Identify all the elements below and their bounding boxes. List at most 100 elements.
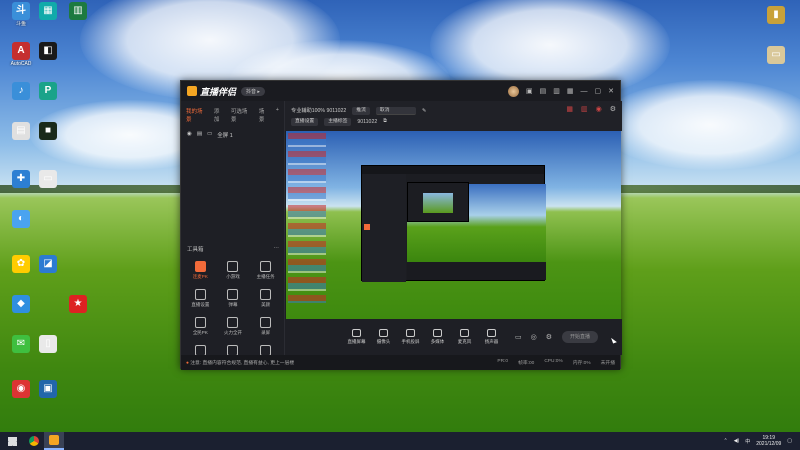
tool-label: 主播任务 xyxy=(256,274,275,279)
stat-item: 帧率:00 xyxy=(518,361,535,366)
source-label: 直播屏幕 xyxy=(347,339,366,344)
tool-label: 全民PK xyxy=(192,330,208,335)
source-control[interactable]: 摄像头 xyxy=(370,329,397,345)
app-icon: ♪ xyxy=(12,82,30,100)
tool-label: 直播设置 xyxy=(191,302,210,307)
desktop-icon[interactable]: ◧ xyxy=(32,42,64,61)
record-icon[interactable]: ◎ xyxy=(531,333,537,341)
live-companion-window: 直播伴侣 抖音 ▸ ▣ ▤ ▥ ▦ — ▢ ✕ 我的场景 添加 可选场景 场景 … xyxy=(180,80,622,370)
desktop-icon[interactable]: ◆ xyxy=(5,295,37,314)
preview-nested-window xyxy=(361,165,546,282)
app-icon: ▣ xyxy=(39,380,57,398)
eye-icon[interactable]: ◉ xyxy=(187,131,192,139)
live-preview[interactable] xyxy=(286,131,621,319)
app-icon: ▯ xyxy=(39,335,57,353)
app-icon: ◆ xyxy=(12,295,30,313)
app-icon: ▤ xyxy=(12,122,30,140)
desktop-icon[interactable]: ▭ xyxy=(760,46,792,64)
camera-small-icon[interactable]: ▭ xyxy=(515,333,522,341)
app-icon: ✿ xyxy=(12,255,30,273)
desktop-icon[interactable]: ▮ xyxy=(760,6,792,24)
maximize-icon[interactable]: ▢ xyxy=(595,87,602,95)
stat-item: 内存:0% xyxy=(572,361,591,366)
start-live-button[interactable]: 开始直播 xyxy=(562,331,599,343)
live-settings-button[interactable]: 直播设置 xyxy=(291,117,319,126)
desktop-icon[interactable]: P xyxy=(32,82,64,101)
tab-optional-scenes[interactable]: 可选场景 xyxy=(231,107,253,123)
shop-icon[interactable]: ▦ xyxy=(566,105,573,113)
app-icon: ◧ xyxy=(39,42,57,60)
clock[interactable]: 19:19 2021/12/09 xyxy=(756,435,781,447)
desktop-icon[interactable]: ▭ xyxy=(32,170,64,189)
tool-icon xyxy=(260,289,272,300)
tool-item[interactable]: 美颜 xyxy=(249,289,282,308)
more-icon[interactable]: ⋯ xyxy=(274,245,280,253)
app-icon: A xyxy=(12,42,30,60)
ime-icon[interactable]: 中 xyxy=(745,438,750,445)
layout-icon[interactable]: ▦ xyxy=(567,87,574,95)
app-icon: 斗 xyxy=(12,2,30,20)
tool-item[interactable]: 全民PK xyxy=(184,317,217,336)
notification-icon[interactable]: ▢ xyxy=(787,438,792,444)
stream-stats: PR:0 帧率:00 CPU:0% 内存:0% 未开播 xyxy=(497,359,615,366)
room-title: 专业辅助100% 9011022 xyxy=(291,108,347,114)
tab-add[interactable]: 添加 xyxy=(214,107,225,123)
app-icon: ■ xyxy=(39,122,57,140)
chat-icon[interactable]: ▥ xyxy=(553,87,560,95)
shirt-icon[interactable]: ▣ xyxy=(526,87,533,95)
desktop-icon[interactable]: ▥ xyxy=(62,2,94,21)
tool-item[interactable]: 录屏 xyxy=(249,317,282,336)
gear-icon[interactable]: ⚙ xyxy=(546,333,552,341)
app-icon: ▭ xyxy=(39,170,57,188)
lock-icon[interactable]: ▤ xyxy=(197,131,202,139)
tool-item[interactable]: 火力全开 xyxy=(217,317,250,336)
avatar[interactable] xyxy=(508,85,519,97)
source-control[interactable]: 多媒体 xyxy=(424,329,451,345)
close-icon[interactable]: ✕ xyxy=(608,87,614,95)
add-scene-icon[interactable]: + xyxy=(276,107,279,123)
tool-item[interactable]: 连麦PK xyxy=(184,261,217,280)
fans-icon[interactable]: ▥ xyxy=(581,105,588,113)
taskbar-chrome[interactable] xyxy=(24,432,44,450)
source-control[interactable]: 麦克风 xyxy=(451,329,478,345)
cancel-button[interactable]: 取消 xyxy=(375,106,416,115)
volume-icon[interactable]: ◀) xyxy=(734,438,740,444)
desktop-icon[interactable]: ★ xyxy=(62,295,94,314)
app-icon: P xyxy=(39,82,57,100)
location-icon[interactable]: ◉ xyxy=(596,105,602,113)
app-icon: ✚ xyxy=(12,170,30,188)
tool-item[interactable]: 弹幕 xyxy=(217,289,250,308)
source-control[interactable]: 扬声器 xyxy=(478,329,505,345)
tool-item[interactable]: 小游戏 xyxy=(217,261,250,280)
settings-icon[interactable]: ⚙ xyxy=(610,105,616,113)
start-button[interactable] xyxy=(0,432,24,450)
desktop-icon[interactable]: ▣ xyxy=(32,380,64,399)
desktop-icon[interactable]: ▯ xyxy=(32,335,64,354)
scene-item[interactable]: ◉ ▤ ▭ 全屏 1 xyxy=(181,129,284,141)
desktop-icon[interactable]: ◐ xyxy=(5,210,37,229)
tool-icon xyxy=(194,317,206,328)
tab-scenes[interactable]: 场景 xyxy=(259,107,270,123)
tab-my-scenes[interactable]: 我的场景 xyxy=(186,107,208,123)
toolbox-title: 工具箱 xyxy=(187,247,204,253)
gift-icon[interactable]: ▤ xyxy=(540,87,547,95)
copy-icon[interactable]: ⧉ xyxy=(383,118,387,125)
chevron-up-icon[interactable]: ⌃ xyxy=(724,438,728,444)
app-icon: ◉ xyxy=(12,380,30,398)
taskbar-live-companion[interactable] xyxy=(44,432,64,450)
platform-badge[interactable]: 抖音 ▸ xyxy=(241,86,265,96)
app-logo-icon xyxy=(187,86,197,96)
minimize-icon[interactable]: — xyxy=(581,88,588,95)
edit-icon[interactable]: ✎ xyxy=(422,108,426,114)
tool-item[interactable]: 主播任务 xyxy=(249,261,282,280)
desktop-icon[interactable]: ▦ xyxy=(32,2,64,21)
desktop-icon[interactable]: ■ xyxy=(32,122,64,141)
push-stream-button[interactable]: 推流 xyxy=(352,106,370,115)
room-id: 9011022 xyxy=(357,118,378,125)
anchor-tag-button[interactable]: 主播标签 xyxy=(324,117,352,126)
source-control[interactable]: 直播屏幕 xyxy=(343,329,370,345)
desktop-icon[interactable]: ◪ xyxy=(32,255,64,274)
source-control[interactable]: 手机投屏 xyxy=(397,329,424,345)
source-label: 扬声器 xyxy=(484,339,499,344)
tool-item[interactable]: 直播设置 xyxy=(184,289,217,308)
